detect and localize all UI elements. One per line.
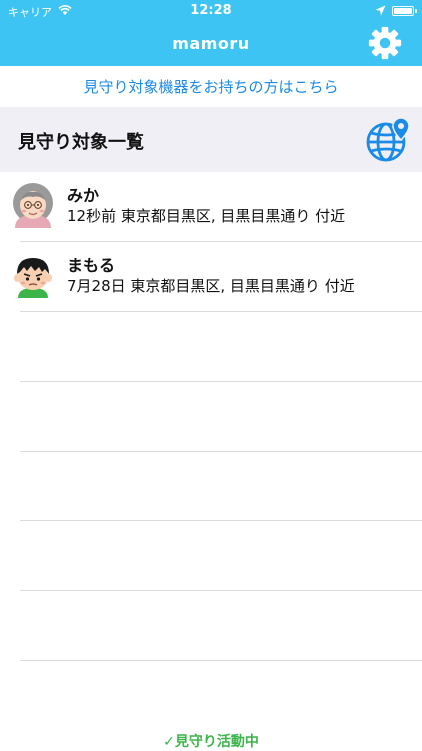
- row-divider: [20, 660, 422, 661]
- boy-avatar-icon: [14, 258, 52, 298]
- navigation-bar: キャリア 12:28 mamoru: [0, 0, 422, 66]
- person-name: まもる: [67, 256, 116, 275]
- monitoring-status-label: 見守り活動中: [174, 734, 259, 750]
- person-location-status: 12秒前 東京都目黒区, 目黒目黒通り 付近: [67, 207, 346, 225]
- row-divider: [20, 311, 422, 312]
- globe-pin-icon[interactable]: [364, 116, 412, 164]
- row-divider: [20, 451, 422, 452]
- app-title: mamoru: [172, 34, 250, 53]
- row-divider: [20, 520, 422, 521]
- row-divider: [20, 381, 422, 382]
- checkmark-icon: ✓: [163, 734, 175, 750]
- person-location-status: 7月28日 東京都目黒区, 目黒目黒通り 付近: [67, 277, 355, 295]
- monitoring-status: ✓見守り活動中: [0, 731, 422, 751]
- location-arrow-icon: [375, 5, 386, 16]
- battery-icon: [392, 6, 417, 16]
- list-item[interactable]: まもる 7月28日 東京都目黒区, 目黒目黒通り 付近: [0, 242, 422, 312]
- status-bar: キャリア 12:28: [0, 0, 422, 22]
- list-item[interactable]: みか 12秒前 東京都目黒区, 目黒目黒通り 付近: [0, 172, 422, 242]
- person-name: みか: [67, 186, 100, 205]
- status-time: 12:28: [190, 3, 232, 18]
- gear-icon[interactable]: [366, 24, 404, 62]
- device-owner-link[interactable]: 見守り対象機器をお持ちの方はこちら: [0, 76, 422, 97]
- grandma-avatar-icon: [13, 183, 53, 228]
- row-divider: [20, 590, 422, 591]
- section-header: 見守り対象一覧: [0, 107, 422, 172]
- section-title: 見守り対象一覧: [18, 132, 144, 153]
